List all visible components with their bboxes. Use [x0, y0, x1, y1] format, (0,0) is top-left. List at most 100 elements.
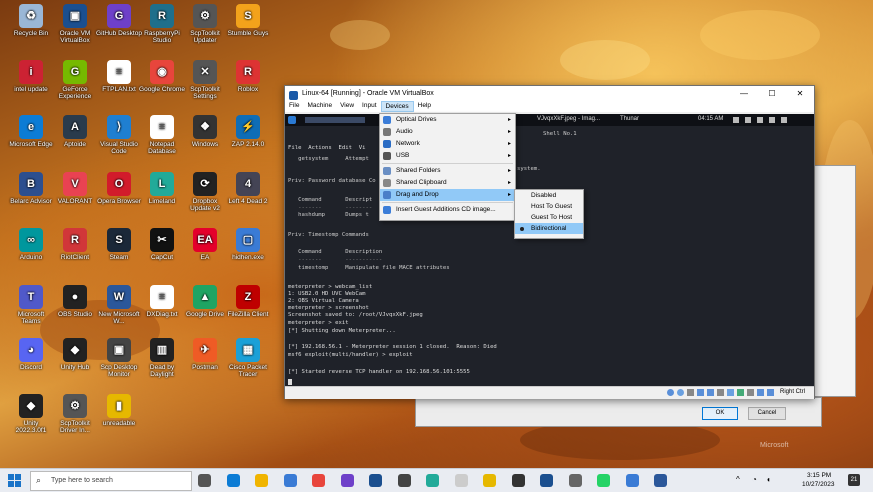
- taskbar-app-icon[interactable]: [283, 474, 297, 487]
- kali-user[interactable]: Thunar: [620, 116, 639, 122]
- desktop-icon[interactable]: ▦ Cisco Packet Tracer: [225, 338, 271, 378]
- desktop-icon[interactable]: S Steam: [96, 228, 142, 261]
- desktop-icon[interactable]: ⚡ ZAP 2.14.0: [225, 115, 271, 148]
- cancel-button[interactable]: Cancel: [748, 407, 786, 420]
- desktop-icon[interactable]: G GeForce Experience: [52, 60, 98, 100]
- desktop-icon[interactable]: ⚙ ScpToolkit Driver In...: [52, 394, 98, 434]
- desktop-icon[interactable]: ❖ Windows: [182, 115, 228, 148]
- desktop-icon[interactable]: R Roblox: [225, 60, 271, 93]
- dnd-option[interactable]: Bidirectional: [515, 223, 583, 234]
- devices-menu-item[interactable]: Network ▸: [380, 138, 515, 150]
- close-icon[interactable]: ✕: [786, 89, 814, 98]
- taskbar-app-icon[interactable]: [511, 474, 525, 487]
- taskbar-app-icon[interactable]: [198, 474, 211, 487]
- taskbar-app-icon[interactable]: [483, 474, 496, 487]
- menu-file[interactable]: File: [285, 101, 303, 112]
- desktop-icon[interactable]: ◉ Google Chrome: [139, 60, 185, 93]
- desktop-icon[interactable]: ⟳ Dropbox Update v2: [182, 172, 228, 212]
- desktop-icon[interactable]: B Belarc Advisor: [8, 172, 54, 205]
- clock-date[interactable]: 10/27/2023: [802, 481, 835, 488]
- taskbar-app-icon[interactable]: [540, 474, 553, 487]
- desktop-icon[interactable]: G GitHub Desktop: [96, 4, 142, 37]
- devices-menu-item[interactable]: USB ▸: [380, 150, 515, 162]
- start-button[interactable]: [8, 474, 21, 487]
- kali-tray-icons[interactable]: [733, 117, 809, 123]
- taskbar-app-icon[interactable]: [340, 474, 354, 487]
- virtualbox-window[interactable]: Linux-64 [Running] - Oracle VM VirtualBo…: [284, 85, 815, 399]
- desktop-icon[interactable]: L Limeland: [139, 172, 185, 205]
- desktop-icon[interactable]: ● OBS Studio: [52, 285, 98, 318]
- dnd-option[interactable]: Host To Guest: [515, 201, 583, 212]
- dnd-option[interactable]: Guest To Host: [515, 212, 583, 223]
- kali-launcher-icons[interactable]: [305, 117, 365, 123]
- ok-button[interactable]: OK: [702, 407, 738, 420]
- desktop-icon[interactable]: ✕ ScpToolkit Settings: [182, 60, 228, 100]
- devices-menu-item[interactable]: Drag and Drop ▸: [380, 189, 515, 201]
- tray-chevron-icon[interactable]: ^: [736, 475, 740, 484]
- desktop-icon[interactable]: ✂ CapCut: [139, 228, 185, 261]
- taskbar-app-icon[interactable]: [654, 474, 667, 487]
- menu-machine[interactable]: Machine: [303, 101, 336, 112]
- desktop-icon[interactable]: ∞ Arduino: [8, 228, 54, 261]
- kali-menu-icon[interactable]: [288, 116, 296, 124]
- desktop-icon[interactable]: ♻ Recycle Bin: [8, 4, 54, 37]
- desktop-icon[interactable]: i intel update: [8, 60, 54, 93]
- devices-menu-item[interactable]: Shared Clipboard ▸: [380, 177, 515, 189]
- taskbar-app-icon[interactable]: [454, 474, 468, 487]
- desktop-icon[interactable]: ▥ Dead by Daylight: [139, 338, 185, 378]
- devices-menu-item[interactable]: Optical Drives ▸: [380, 114, 515, 126]
- devices-menu-item[interactable]: Shared Folders ▸: [380, 165, 515, 177]
- vbox-titlebar[interactable]: Linux-64 [Running] - Oracle VM VirtualBo…: [285, 86, 814, 101]
- maximize-icon[interactable]: ☐: [758, 89, 786, 98]
- kali-clock[interactable]: 04:15 AM: [698, 116, 723, 122]
- desktop-icon[interactable]: ▢ hidhen.exe: [225, 228, 271, 261]
- taskbar-app-icon[interactable]: [625, 474, 639, 487]
- shell-tab[interactable]: Shell No.1: [543, 131, 577, 137]
- taskbar-app-icon[interactable]: [426, 474, 439, 487]
- desktop-icon[interactable]: R RiotClient: [52, 228, 98, 261]
- desktop-icon[interactable]: ▣ Oracle VM VirtualBox: [52, 4, 98, 44]
- status-icons[interactable]: [667, 389, 774, 396]
- taskbar-app-icon[interactable]: [397, 474, 411, 487]
- minimize-icon[interactable]: —: [730, 89, 758, 98]
- devices-menu-item[interactable]: Insert Guest Additions CD image...: [380, 204, 515, 216]
- menu-help[interactable]: Help: [414, 101, 435, 112]
- desktop-icon[interactable]: ≡ Notepad Database: [139, 115, 185, 155]
- desktop-icon[interactable]: ◆ Unity 2022.3.0f1: [8, 394, 54, 434]
- kali-tab-title[interactable]: VJvqxXkF.jpeg - Imag...: [537, 116, 600, 122]
- desktop-icon[interactable]: ▮ unreadable: [96, 394, 142, 427]
- desktop-icon[interactable]: EA EA: [182, 228, 228, 261]
- desktop-icon[interactable]: ◆ Unity Hub: [52, 338, 98, 371]
- menu-devices[interactable]: Devices: [380, 101, 414, 112]
- network-icon[interactable]: ◔: [752, 475, 757, 484]
- desktop-icon[interactable]: T Microsoft Teams: [8, 285, 54, 325]
- desktop-icon[interactable]: ▣ Scp Desktop Monitor: [96, 338, 142, 378]
- menu-view[interactable]: View: [336, 101, 358, 112]
- search-box[interactable]: ⌕ Type here to search: [30, 471, 192, 491]
- guest-screen[interactable]: VJvqxXkF.jpeg - Imag... Thunar 04:15 AM …: [285, 114, 814, 386]
- desktop-icon[interactable]: ✈ Postman: [182, 338, 228, 371]
- volume-icon[interactable]: ◖: [766, 475, 771, 484]
- desktop-icon[interactable]: R RaspberryPi Studio: [139, 4, 185, 44]
- desktop-icon[interactable]: W New Microsoft W...: [96, 285, 142, 325]
- taskbar-app-icon[interactable]: [255, 474, 268, 487]
- desktop-icon[interactable]: ◕ Discord: [8, 338, 54, 371]
- desktop-icon[interactable]: ⟩ Visual Studio Code: [96, 115, 142, 155]
- taskbar-app-icon[interactable]: [369, 474, 382, 487]
- taskbar-app-icon[interactable]: [226, 474, 240, 487]
- taskbar-app-icon[interactable]: [568, 474, 582, 487]
- desktop-icon[interactable]: ⚙ ScpToolkit Updater: [182, 4, 228, 44]
- taskbar-app-icon[interactable]: [597, 474, 610, 487]
- dnd-option[interactable]: Disabled: [515, 190, 583, 201]
- devices-menu-item[interactable]: Audio ▸: [380, 126, 515, 138]
- desktop-icon[interactable]: Z FileZilla Client: [225, 285, 271, 318]
- desktop-icon[interactable]: ≡ FTPLAN.txt: [96, 60, 142, 93]
- desktop-icon[interactable]: V VALORANT: [52, 172, 98, 205]
- desktop-icon[interactable]: S Stumble Guys: [225, 4, 271, 37]
- terminal[interactable]: Shell No.1 File Actions Edit Vi getsyste…: [285, 126, 814, 386]
- desktop-icon[interactable]: ▲ Google Drive: [182, 285, 228, 318]
- menu-input[interactable]: Input: [358, 101, 380, 112]
- desktop-icon[interactable]: A Aptoide: [52, 115, 98, 148]
- clock-time[interactable]: 3:15 PM: [807, 472, 831, 479]
- desktop-icon[interactable]: ≡ DXDiag.txt: [139, 285, 185, 318]
